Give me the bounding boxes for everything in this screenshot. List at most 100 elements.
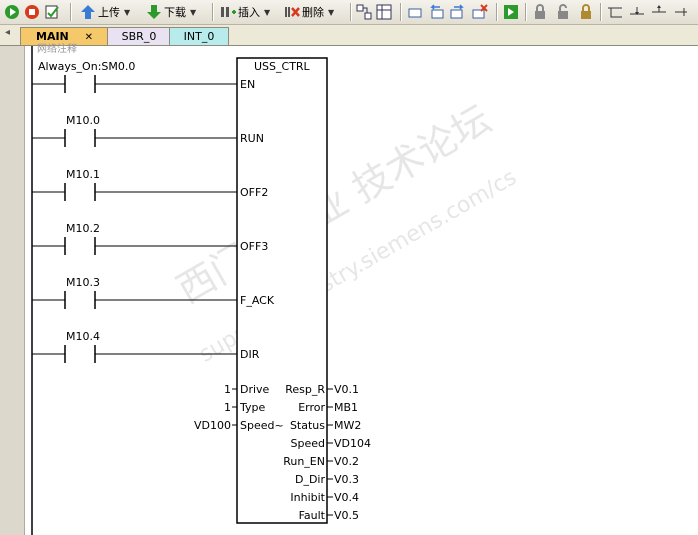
block-output-pin: Error [298, 401, 325, 414]
delete-label: 删除 [302, 6, 324, 19]
block-output-pin: Run_EN [283, 455, 325, 468]
line-right-icon [675, 8, 687, 16]
chevron-down-icon: ▼ [328, 7, 335, 17]
contact-label: M10.2 [66, 222, 100, 235]
block-param-pin: Drive [240, 383, 270, 396]
tab-scroll-left-icon[interactable]: ◂ [5, 27, 10, 38]
insert-label: 插入 [238, 6, 260, 19]
param-value[interactable]: VD100 [194, 419, 231, 432]
box-left-button[interactable] [428, 2, 444, 22]
contact-label: M10.3 [66, 276, 100, 289]
contact-label: M10.0 [66, 114, 100, 127]
delete-icon [285, 7, 300, 17]
box-button[interactable] [407, 2, 423, 22]
rung-dir[interactable] [32, 345, 237, 363]
block-output-pin: Inhibit [290, 491, 325, 504]
line-up-icon [652, 5, 666, 13]
chevron-down-icon: ▼ [264, 7, 271, 17]
contact-label: Always_On:SM0.0 [38, 60, 136, 73]
branch-down-icon [608, 7, 622, 18]
run-button[interactable] [4, 2, 20, 22]
branch-down-button[interactable] [607, 2, 623, 22]
network-button-1[interactable] [356, 2, 372, 22]
arrow-down-icon [147, 5, 161, 19]
contact-label: M10.1 [66, 168, 100, 181]
download-button[interactable]: 下载 ▼ [146, 2, 196, 22]
unlock-icon [558, 4, 568, 19]
upload-label: 上传 [98, 6, 120, 19]
block-input-pin: OFF3 [240, 240, 269, 253]
network-grid-icon [376, 4, 392, 20]
ladder-editor[interactable]: 网络注释 西门子工业 技术论坛 support.industry.siemens… [25, 44, 698, 535]
chevron-down-icon: ▼ [190, 7, 197, 17]
box-delete-button[interactable] [472, 2, 488, 22]
output-value[interactable]: VD104 [334, 437, 371, 450]
delete-button[interactable]: 删除 ▼ [284, 2, 334, 22]
goto-icon [504, 5, 518, 19]
download-label: 下载 [164, 6, 186, 19]
compile-icon [45, 5, 59, 19]
network-button-2[interactable] [376, 2, 392, 22]
upload-button[interactable]: 上传 ▼ [80, 2, 130, 22]
box-right-button[interactable] [450, 2, 466, 22]
block-input-pin: OFF2 [240, 186, 269, 199]
output-value[interactable]: V0.5 [334, 509, 359, 522]
lock-button[interactable] [532, 2, 548, 22]
block-output-pin: D_Dir [294, 473, 325, 486]
run-icon [5, 5, 19, 19]
tab-int0[interactable]: INT_0 [169, 27, 229, 45]
box-delete-icon [472, 4, 488, 19]
output-value[interactable]: V0.4 [334, 491, 359, 504]
tab-sbr0-label: SBR_0 [121, 30, 157, 43]
lock-icon [535, 4, 545, 19]
chevron-down-icon: ▼ [124, 7, 131, 17]
param-value[interactable]: 1 [224, 383, 231, 396]
goto-button[interactable] [503, 2, 519, 22]
lock-add-icon [581, 4, 591, 19]
editor-tab-bar: ◂ MAIN ✕ SBR_0 INT_0 [0, 25, 698, 46]
tab-sbr0[interactable]: SBR_0 [107, 27, 171, 45]
rung-en[interactable] [32, 75, 237, 93]
block-param-pin: Type [240, 401, 266, 414]
output-value[interactable]: V0.3 [334, 473, 359, 486]
insert-button[interactable]: 插入 ▼ [220, 2, 270, 22]
tab-int0-label: INT_0 [183, 30, 215, 43]
left-margin-strip [0, 46, 25, 535]
toolbar: 上传 ▼ 下载 ▼ 插入 ▼ 删除 ▼ [0, 0, 698, 25]
compile-button[interactable] [44, 2, 60, 22]
block-title: USS_CTRL [254, 60, 310, 73]
arrow-up-icon [81, 5, 95, 19]
block-input-pin: EN [240, 78, 256, 91]
output-value[interactable]: MW2 [334, 419, 361, 432]
rung-run[interactable] [32, 129, 237, 147]
box-arrow-right-icon [450, 4, 464, 19]
rung-off3[interactable] [32, 237, 237, 255]
ladder-diagram [31, 46, 333, 535]
lock-add-button[interactable] [578, 2, 594, 22]
branch-line-button[interactable] [629, 2, 645, 22]
unlock-button[interactable] [555, 2, 571, 22]
block-output-pin: Fault [298, 509, 325, 522]
box-arrow-left-icon [430, 4, 444, 19]
block-output-pin: Resp_R [285, 383, 325, 396]
stop-button[interactable] [24, 2, 40, 22]
line-down-icon [630, 7, 644, 15]
box-icon [408, 8, 422, 18]
line-up-button[interactable] [651, 2, 667, 22]
contact-label: M10.4 [66, 330, 100, 343]
output-value[interactable]: MB1 [334, 401, 358, 414]
rung-fack[interactable] [32, 291, 237, 309]
output-value[interactable]: V0.2 [334, 455, 359, 468]
uss-ctrl-block [236, 57, 328, 524]
rung-off2[interactable] [32, 183, 237, 201]
line-right-button[interactable] [674, 2, 690, 22]
block-param-pin: Speed~ [240, 419, 284, 432]
output-value[interactable]: V0.1 [334, 383, 359, 396]
network-icon [356, 4, 372, 20]
insert-icon [221, 7, 236, 17]
stop-icon [25, 5, 39, 19]
block-output-pin: Status [289, 419, 325, 432]
block-input-pin: RUN [240, 132, 264, 145]
param-value[interactable]: 1 [224, 401, 231, 414]
close-icon[interactable]: ✕ [85, 32, 93, 43]
